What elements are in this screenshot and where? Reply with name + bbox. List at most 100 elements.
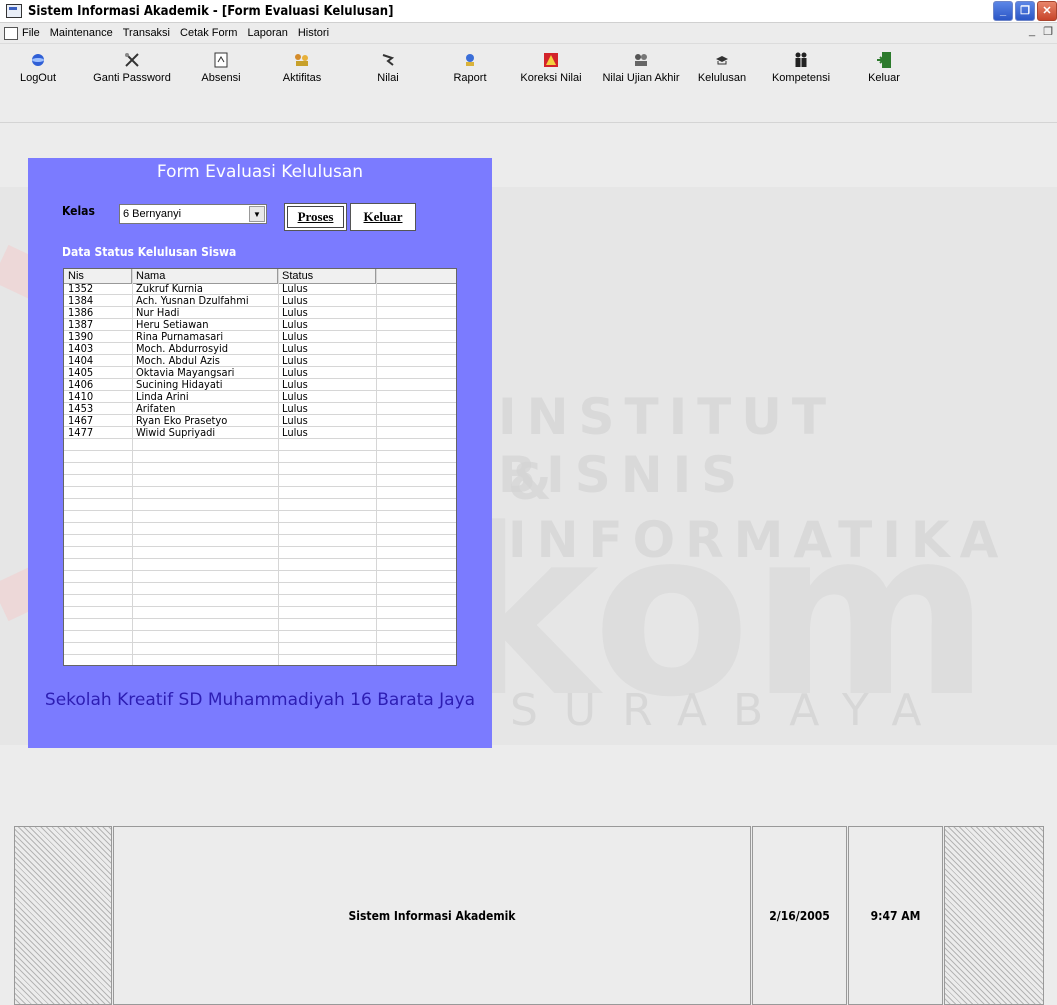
grid-line <box>64 511 456 523</box>
kelas-select-value: 6 Bernyanyi <box>123 208 182 220</box>
grid-line <box>64 583 456 595</box>
menu-transaksi[interactable]: Transaksi <box>123 27 170 39</box>
grid-line <box>64 331 456 343</box>
table-cell[interactable]: 1477 <box>64 427 93 439</box>
grid-column-line <box>376 269 377 665</box>
book-icon <box>466 54 474 66</box>
toolbar-absensi[interactable]: Absensi <box>196 50 246 84</box>
people-icon <box>635 54 647 66</box>
toolbar-logout[interactable]: LogOut <box>18 50 58 84</box>
menu-histori[interactable]: Histori <box>298 27 329 39</box>
column-header-nis[interactable]: Nis <box>64 269 132 283</box>
toolbar-label: Keluar <box>868 72 900 84</box>
grid-line <box>64 463 456 475</box>
graduation-icon <box>716 56 728 65</box>
grid-line <box>64 547 456 559</box>
status-time: 9:47 AM <box>848 826 943 1005</box>
school-name: Sekolah Kreatif SD Muhammadiyah 16 Barat… <box>44 690 476 710</box>
status-bar: Sistem Informasi Akademik 2/16/2005 9:47… <box>0 826 1057 1005</box>
section-label: Data Status Kelulusan Siswa <box>62 245 237 259</box>
toolbar-label: Raport <box>453 72 487 84</box>
grid-line <box>64 391 456 403</box>
document-menu-icon[interactable] <box>4 26 18 40</box>
grid-line <box>64 499 456 511</box>
decorative-image-left <box>14 826 112 1005</box>
restore-button[interactable]: ❐ <box>1015 1 1035 21</box>
mdi-controls: _ ❐ <box>1029 25 1053 38</box>
toolbar-ganti-password[interactable]: Ganti Password <box>92 50 172 84</box>
toolbar-label: Kompetensi <box>771 72 831 84</box>
globe-icon <box>32 54 44 66</box>
toolbar-label: Nilai Ujian Akhir <box>602 72 680 84</box>
grid-line <box>64 559 456 571</box>
warning-icon <box>544 53 558 67</box>
grid-line <box>64 379 456 391</box>
grid-line <box>64 643 456 655</box>
toolbar-label: LogOut <box>19 72 57 84</box>
grid-header: Nis Nama Status <box>64 269 456 284</box>
grid-line <box>64 415 456 427</box>
column-header-nama[interactable]: Nama <box>132 269 278 283</box>
grid-line <box>64 355 456 367</box>
proses-button[interactable]: Proses <box>284 203 347 231</box>
grid-line <box>64 535 456 547</box>
menu-file[interactable]: File <box>22 27 40 39</box>
watermark-city: SURABAYA <box>510 685 948 736</box>
grid-line <box>64 571 456 583</box>
app-icon <box>6 4 22 18</box>
tools-icon <box>125 53 139 67</box>
mdi-minimize-button[interactable]: _ <box>1029 25 1035 38</box>
grid-line <box>64 487 456 499</box>
grid-line <box>64 367 456 379</box>
grid-line <box>64 307 456 319</box>
toolbar-koreksi-nilai[interactable]: Koreksi Nilai <box>518 50 584 84</box>
form-title: Form Evaluasi Kelulusan <box>156 162 364 182</box>
window-controls: _ ❐ ✕ <box>993 1 1057 21</box>
grid-line <box>64 595 456 607</box>
status-app-name: Sistem Informasi Akademik <box>113 826 751 1005</box>
toolbar-label: Ganti Password <box>93 72 171 84</box>
toolbar-nilai-ujian-akhir[interactable]: Nilai Ujian Akhir <box>596 50 686 84</box>
toolbar-aktifitas[interactable]: Aktifitas <box>276 50 328 84</box>
grid-line <box>64 295 456 307</box>
hand-icon <box>382 54 395 66</box>
status-grid[interactable]: Nis Nama Status 1352 Zukruf Kurnia Lulus 13… <box>63 268 457 666</box>
table-cell[interactable]: Lulus <box>278 427 308 439</box>
toolbar-nilai[interactable]: Nilai <box>368 50 408 84</box>
kelas-label: Kelas <box>62 204 95 218</box>
grid-line <box>64 607 456 619</box>
title-bar: Sistem Informasi Akademik - [Form Evalua… <box>0 0 1057 23</box>
toolbar-raport[interactable]: Raport <box>448 50 492 84</box>
toolbar-kompetensi[interactable]: Kompetensi <box>770 50 832 84</box>
close-button[interactable]: ✕ <box>1037 1 1057 21</box>
grid-line <box>64 439 456 451</box>
kelas-select[interactable]: 6 Bernyanyi ▼ <box>119 204 267 224</box>
couple-icon <box>795 52 807 67</box>
toolbar: LogOut Ganti Password Absensi Aktifitas … <box>0 44 1057 123</box>
menu-cetak-form[interactable]: Cetak Form <box>180 27 237 39</box>
toolbar-label: Nilai <box>377 72 399 84</box>
grid-line <box>64 619 456 631</box>
grid-line <box>64 427 456 439</box>
grid-line <box>64 631 456 643</box>
minimize-button[interactable]: _ <box>993 1 1013 21</box>
toolbar-label: Aktifitas <box>282 72 322 84</box>
menu-laporan[interactable]: Laporan <box>247 27 287 39</box>
grid-line <box>64 283 456 295</box>
grid-line <box>64 475 456 487</box>
toolbar-label: Koreksi Nilai <box>520 72 582 84</box>
mdi-restore-button[interactable]: ❐ <box>1043 25 1053 38</box>
column-header-status[interactable]: Status <box>278 269 376 283</box>
toolbar-label: Absensi <box>201 72 241 84</box>
grid-line <box>64 343 456 355</box>
grid-line <box>64 655 456 665</box>
watermark-line2: & INFORMATIKA <box>508 453 1009 569</box>
menu-maintenance[interactable]: Maintenance <box>50 27 113 39</box>
form-evaluasi-kelulusan: Form Evaluasi Kelulusan Kelas 6 Bernyany… <box>28 158 492 748</box>
toolbar-kelulusan[interactable]: Kelulusan <box>696 50 748 84</box>
toolbar-keluar[interactable]: Keluar <box>862 50 906 84</box>
window-title: Sistem Informasi Akademik - [Form Evalua… <box>28 3 394 19</box>
keluar-button[interactable]: Keluar <box>350 203 416 231</box>
chevron-down-icon[interactable]: ▼ <box>249 206 265 222</box>
table-cell[interactable]: Wiwid Supriyadi <box>132 427 215 439</box>
